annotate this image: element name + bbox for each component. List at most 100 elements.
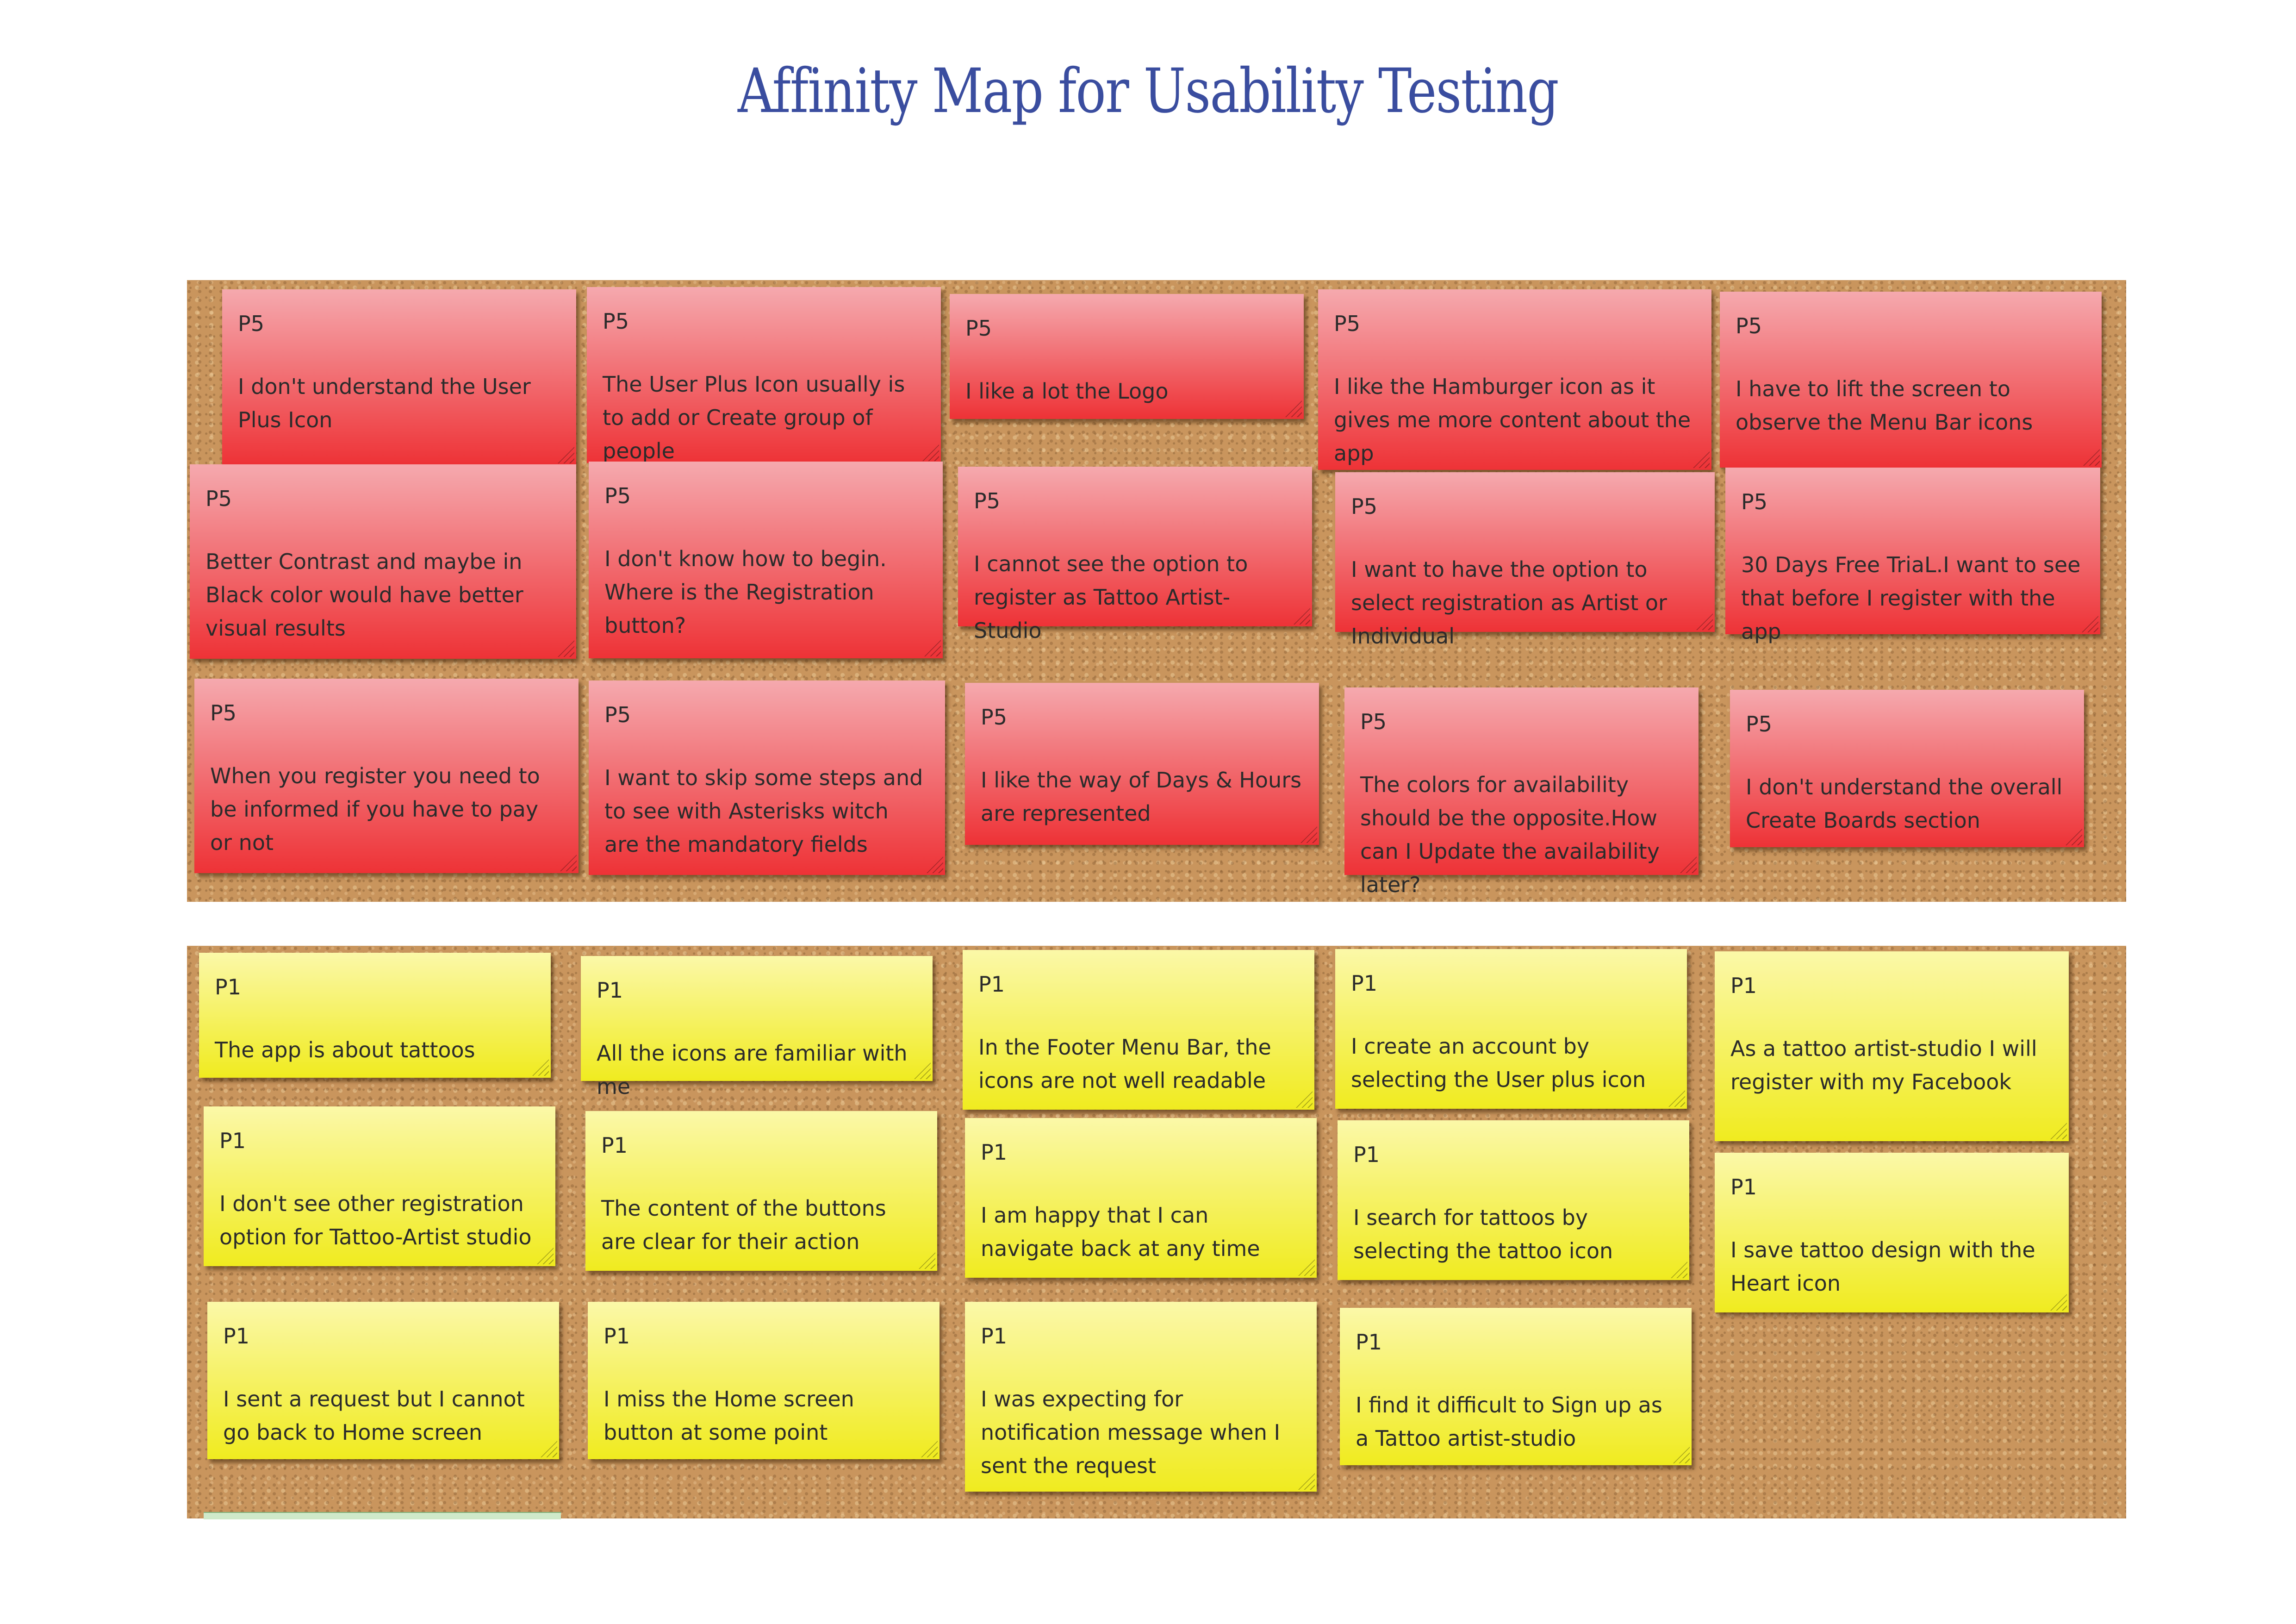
sticky-note[interactable]: P1 I am happy that I can navigate back at… xyxy=(965,1118,1317,1278)
note-text: I find it difficult to Sign up as a Tatt… xyxy=(1356,1393,1662,1451)
participant-id: P1 xyxy=(1353,1142,1380,1167)
note-text: I create an account by selecting the Use… xyxy=(1351,1034,1646,1092)
sticky-note[interactable]: P1 All the icons are familiar with me xyxy=(581,956,933,1099)
sticky-note[interactable]: P1 I was expecting for notification messa… xyxy=(965,1302,1317,1492)
partial-sticky-note xyxy=(204,1512,561,1519)
resize-grip-icon[interactable] xyxy=(2050,1123,2067,1139)
note-text: In the Footer Menu Bar, the icons are no… xyxy=(978,1035,1271,1093)
sticky-note[interactable]: P1 I sent a request but I cannot go back … xyxy=(207,1302,559,1459)
sticky-note[interactable]: P5 I don't understand the User Plus Icon xyxy=(222,289,576,465)
note-text: The User Plus Icon usually is to add or … xyxy=(603,372,905,463)
resize-grip-icon[interactable] xyxy=(560,855,577,871)
note-text: I miss the Home screen button at some po… xyxy=(604,1387,854,1445)
sticky-note[interactable]: P1 As a tattoo artist-studio I will regis… xyxy=(1715,951,2069,1141)
participant-id: P5 xyxy=(603,309,629,334)
resize-grip-icon[interactable] xyxy=(1294,608,1310,625)
sticky-note[interactable]: P1 I create an account by selecting the U… xyxy=(1335,949,1687,1109)
sticky-note[interactable]: P5 I like the Hamburger icon as it gives … xyxy=(1318,289,1711,470)
resize-grip-icon[interactable] xyxy=(558,447,574,463)
sticky-note[interactable]: P1 The content of the buttons are clear f… xyxy=(585,1111,937,1271)
resize-grip-icon[interactable] xyxy=(924,640,941,656)
resize-grip-icon[interactable] xyxy=(1668,1090,1685,1107)
note-text: The content of the buttons are clear for… xyxy=(601,1196,886,1254)
participant-id: P1 xyxy=(601,1133,628,1158)
note-text: I sent a request but I cannot go back to… xyxy=(223,1387,525,1445)
resize-grip-icon[interactable] xyxy=(1680,856,1697,873)
sticky-note[interactable]: P5 I cannot see the option to register as… xyxy=(958,467,1312,643)
participant-id: P5 xyxy=(1736,313,1762,338)
note-text: As a tattoo artist-studio I will registe… xyxy=(1730,1036,2037,1094)
resize-grip-icon[interactable] xyxy=(1673,1447,1690,1463)
resize-grip-icon[interactable] xyxy=(914,1062,931,1079)
resize-grip-icon[interactable] xyxy=(1285,400,1302,417)
sticky-note[interactable]: P1 I miss the Home screen button at some … xyxy=(588,1302,940,1459)
note-text: I don't see other registration option fo… xyxy=(219,1191,532,1249)
note-text: I cannot see the option to register as T… xyxy=(974,551,1248,643)
resize-grip-icon[interactable] xyxy=(532,1059,549,1076)
sticky-note[interactable]: P5 I want to skip some steps and to see w… xyxy=(589,681,945,875)
sticky-note[interactable]: P1 I find it difficult to Sign up as a Ta… xyxy=(1340,1308,1692,1465)
note-text: I want to have the option to select regi… xyxy=(1351,557,1667,649)
sticky-note[interactable]: P1 In the Footer Menu Bar, the icons are … xyxy=(963,950,1314,1110)
participant-id: P5 xyxy=(1334,311,1361,336)
sticky-note[interactable]: P5 I like the way of Days & Hours are rep… xyxy=(965,683,1319,845)
participant-id: P1 xyxy=(223,1324,250,1349)
participant-id: P5 xyxy=(1351,494,1378,519)
sticky-note[interactable]: P1 I search for tattoos by selecting the … xyxy=(1338,1120,1689,1280)
resize-grip-icon[interactable] xyxy=(537,1248,554,1264)
note-text: The app is about tattoos xyxy=(215,1037,475,1062)
resize-grip-icon[interactable] xyxy=(2082,616,2098,632)
resize-grip-icon[interactable] xyxy=(1671,1262,1687,1278)
note-text: I like the Hamburger icon as it gives me… xyxy=(1334,374,1691,466)
note-text: Better Contrast and maybe in Black color… xyxy=(205,549,523,641)
participant-id: P1 xyxy=(981,1140,1008,1165)
page-title: Affinity Map for Usability Testing xyxy=(737,56,1559,127)
resize-grip-icon[interactable] xyxy=(919,1252,935,1269)
participant-id: P5 xyxy=(604,483,631,508)
resize-grip-icon[interactable] xyxy=(1693,451,1710,468)
note-text: I don't know how to begin. Where is the … xyxy=(604,546,887,638)
resize-grip-icon[interactable] xyxy=(921,1441,938,1457)
participant-id: P1 xyxy=(981,1324,1008,1349)
resize-grip-icon[interactable] xyxy=(558,640,574,657)
resize-grip-icon[interactable] xyxy=(1296,1091,1313,1108)
participant-id: P5 xyxy=(981,705,1008,730)
sticky-note[interactable]: P5 30 Days Free TriaL.I want to see that … xyxy=(1725,468,2100,644)
sticky-note[interactable]: P5 I have to lift the screen to observe t… xyxy=(1720,292,2102,468)
note-text: I like a lot the Logo xyxy=(965,379,1169,404)
resize-grip-icon[interactable] xyxy=(2083,449,2100,466)
sticky-note[interactable]: P5 I don't understand the overall Create … xyxy=(1730,690,2084,847)
sticky-note[interactable]: P5 The User Plus Icon usually is to add o… xyxy=(587,287,941,463)
note-text: I search for tattoos by selecting the ta… xyxy=(1353,1205,1613,1263)
participant-id: P1 xyxy=(1730,1174,1757,1199)
resize-grip-icon[interactable] xyxy=(922,444,939,461)
sticky-note[interactable]: P5 Better Contrast and maybe in Black col… xyxy=(190,464,576,659)
participant-id: P1 xyxy=(215,974,242,999)
participant-id: P5 xyxy=(1360,709,1387,734)
sticky-note[interactable]: P5 I want to have the option to select re… xyxy=(1335,472,1715,649)
resize-grip-icon[interactable] xyxy=(927,856,943,873)
sticky-note[interactable]: P5 When you register you need to be infor… xyxy=(194,679,579,873)
resize-grip-icon[interactable] xyxy=(2066,829,2082,845)
participant-id: P1 xyxy=(597,978,623,1003)
sticky-note[interactable]: P1 I save tattoo design with the Heart ic… xyxy=(1715,1153,2069,1312)
resize-grip-icon[interactable] xyxy=(1298,1473,1315,1490)
sticky-note[interactable]: P1 The app is about tattoos xyxy=(199,953,551,1078)
sticky-note[interactable]: P5 I like a lot the Logo xyxy=(950,294,1304,419)
sticky-note[interactable]: P5 The colors for availability should be … xyxy=(1344,687,1699,897)
resize-grip-icon[interactable] xyxy=(541,1441,557,1457)
resize-grip-icon[interactable] xyxy=(2050,1294,2067,1311)
sticky-note[interactable]: P5 I don't know how to begin. Where is th… xyxy=(589,462,943,658)
participant-id: P5 xyxy=(210,700,237,725)
resize-grip-icon[interactable] xyxy=(1298,1259,1315,1276)
participant-id: P5 xyxy=(965,316,992,341)
participant-id: P1 xyxy=(1730,973,1757,998)
participant-id: P5 xyxy=(238,311,265,336)
participant-id: P1 xyxy=(978,972,1005,997)
note-text: When you register you need to be informe… xyxy=(210,763,540,855)
resize-grip-icon[interactable] xyxy=(1696,613,1713,630)
participant-id: P1 xyxy=(219,1128,246,1153)
resize-grip-icon[interactable] xyxy=(1300,826,1317,843)
sticky-note[interactable]: P1 I don't see other registration option … xyxy=(204,1106,555,1266)
participant-id: P5 xyxy=(205,486,232,511)
